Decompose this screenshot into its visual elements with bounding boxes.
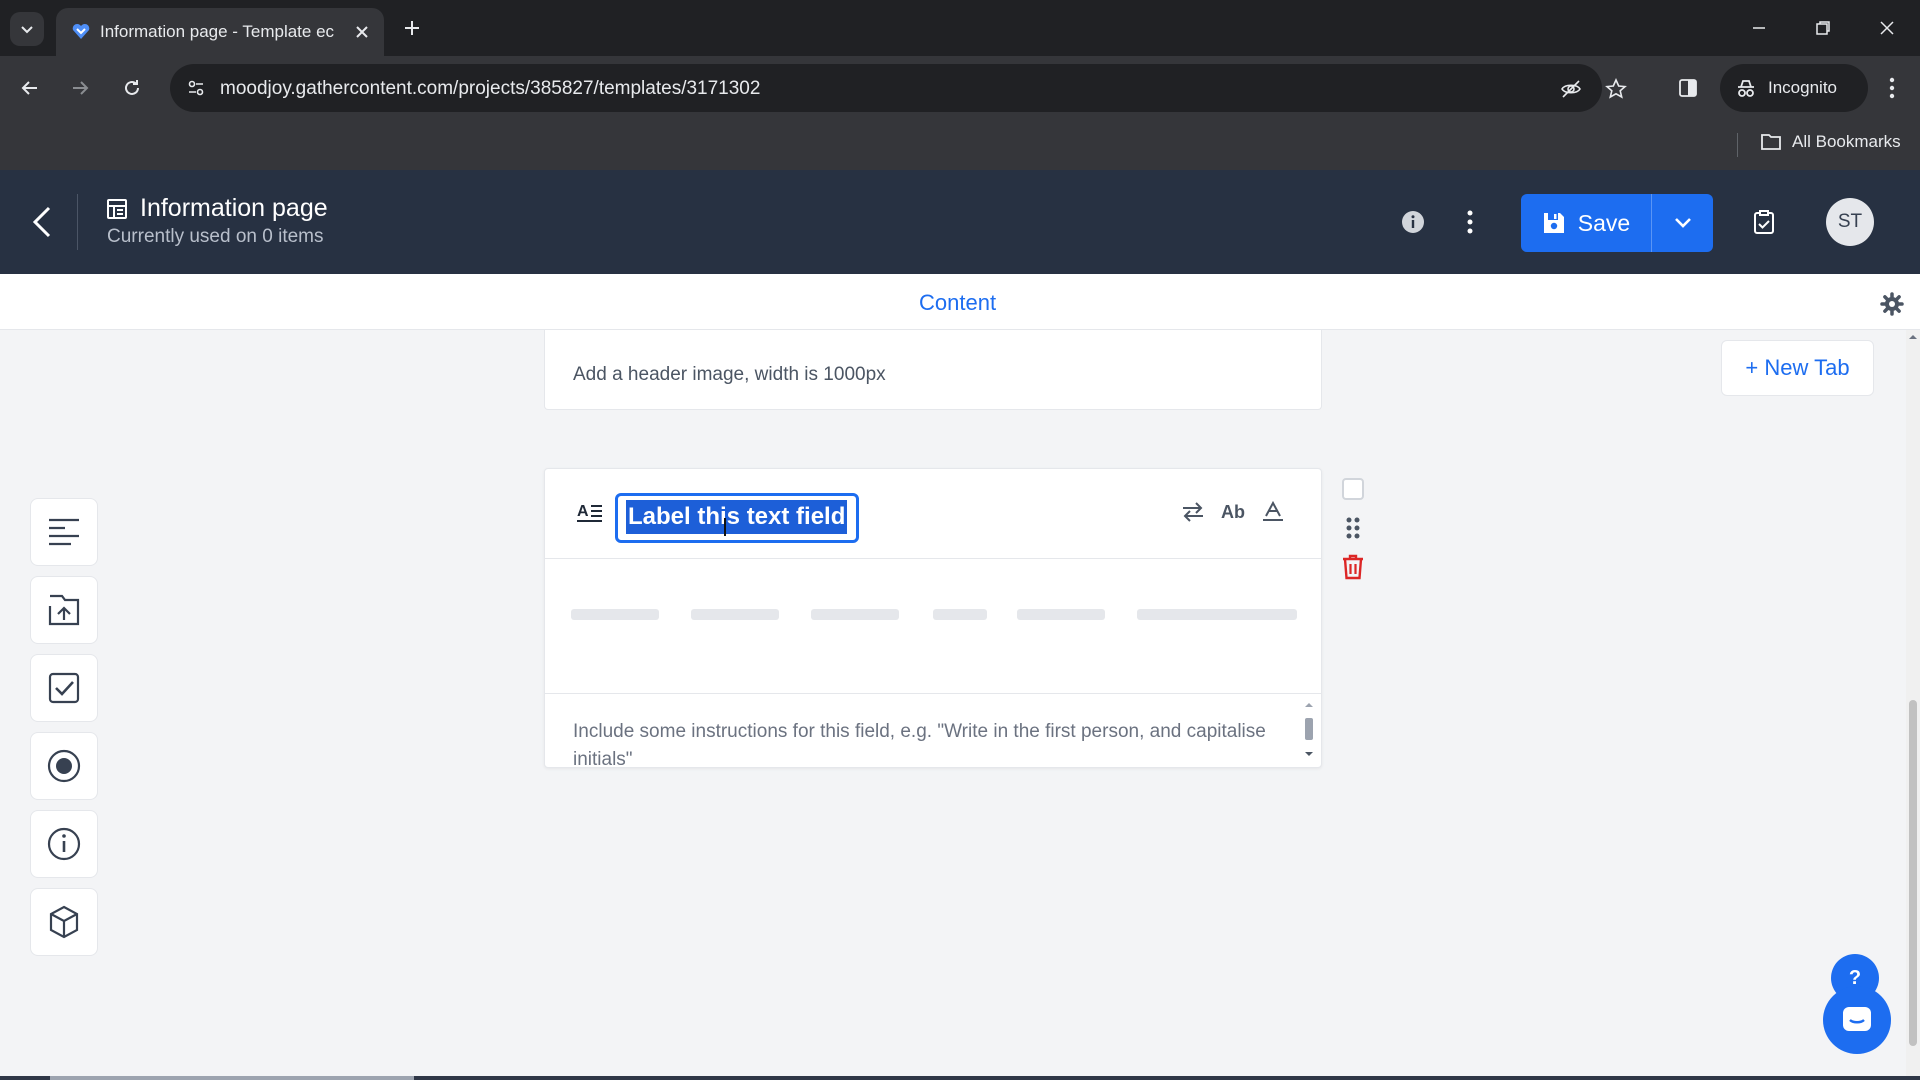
bottom-edge	[0, 1076, 1920, 1080]
eye-off-icon[interactable]	[1556, 74, 1586, 104]
restore-icon[interactable]	[1799, 8, 1847, 48]
floppy-disk-icon	[1543, 213, 1564, 233]
window-close-icon[interactable]	[1863, 8, 1911, 48]
tab-title: Information page - Template ec	[100, 22, 335, 41]
page-scrollbar-thumb[interactable]	[1909, 700, 1917, 1046]
usage-subtitle: Currently used on 0 items	[107, 226, 324, 247]
incognito-icon	[1738, 80, 1754, 97]
reload-icon[interactable]	[114, 70, 150, 106]
image-field-card: Add a header image, width is 1000px	[544, 330, 1322, 410]
field-instructions-area[interactable]: Include some instructions for this field…	[545, 693, 1321, 770]
text-field-type-icon: A	[577, 501, 603, 523]
save-options-chevron-icon[interactable]	[1652, 194, 1713, 252]
save-button[interactable]: Save	[1521, 194, 1651, 252]
field-label-input[interactable]: Label this text field	[615, 493, 859, 543]
svg-text:A: A	[577, 503, 589, 520]
site-settings-icon[interactable]	[180, 72, 212, 104]
new-tab-plus-icon[interactable]	[396, 12, 428, 44]
gear-icon[interactable]	[1876, 288, 1908, 320]
add-checkbox-field-button[interactable]	[30, 654, 98, 722]
trash-icon[interactable]	[1341, 554, 1365, 580]
gathercontent-favicon-icon	[70, 20, 92, 42]
radio-icon	[47, 749, 81, 783]
back-arrow-icon[interactable]	[12, 70, 48, 106]
text-field-header: A Label this text field Ab	[545, 469, 1321, 559]
template-editor: + New Tab Add a header image, width is 1…	[0, 330, 1906, 1076]
template-list-icon	[106, 198, 128, 220]
all-bookmarks-button[interactable]: All Bookmarks	[1760, 132, 1901, 152]
text-format-button[interactable]: Ab	[1217, 496, 1249, 528]
browser-toolbar: moodjoy.gathercontent.com/projects/38582…	[0, 56, 1920, 120]
field-instructions-text: Include some instructions for this field…	[573, 721, 1266, 770]
tab-close-icon[interactable]	[350, 20, 374, 44]
template-header: Information page Currently used on 0 ite…	[0, 170, 1920, 274]
add-radio-field-button[interactable]	[30, 732, 98, 800]
minimize-icon[interactable]	[1735, 8, 1783, 48]
header-divider	[77, 194, 78, 250]
bookmark-star-icon[interactable]	[1601, 74, 1631, 104]
text-field-card: A Label this text field Ab Include some	[544, 468, 1322, 770]
page-scrollbar[interactable]	[1906, 330, 1920, 1076]
info-icon[interactable]	[1393, 202, 1433, 242]
more-options-icon[interactable]	[1450, 202, 1490, 242]
all-bookmarks-label: All Bookmarks	[1792, 132, 1901, 151]
incognito-label: Incognito	[1768, 78, 1837, 97]
component-cube-icon	[49, 905, 79, 939]
skeleton-bar	[933, 609, 987, 620]
chevron-down-icon	[21, 26, 33, 34]
new-tab-button[interactable]: + New Tab	[1721, 340, 1874, 396]
chat-launcher-icon[interactable]	[1823, 986, 1891, 1054]
text-placeholder-skeleton	[571, 609, 1301, 625]
url-text: moodjoy.gathercontent.com/projects/38582…	[220, 78, 761, 99]
page-title: Information page	[140, 194, 328, 222]
back-chevron-icon[interactable]	[22, 200, 62, 244]
swap-arrows-icon[interactable]	[1177, 496, 1209, 528]
skeleton-bar	[811, 609, 899, 620]
select-field-checkbox[interactable]	[1342, 478, 1364, 500]
forward-arrow-icon[interactable]	[62, 70, 98, 106]
skeleton-bar	[1137, 609, 1297, 620]
image-field-instructions: Add a header image, width is 1000px	[573, 364, 886, 385]
user-avatar[interactable]: ST	[1826, 198, 1874, 246]
bookmarks-bar: All Bookmarks	[0, 120, 1920, 170]
drag-handle-icon[interactable]	[1342, 516, 1364, 540]
add-attachment-field-button[interactable]	[30, 576, 98, 644]
guideline-info-icon	[47, 827, 81, 861]
upload-icon	[48, 594, 80, 626]
address-bar[interactable]: moodjoy.gathercontent.com/projects/38582…	[170, 64, 1627, 112]
folder-icon	[1761, 134, 1781, 150]
skeleton-bar	[691, 609, 779, 620]
incognito-indicator[interactable]: Incognito	[1720, 64, 1868, 112]
browser-tab[interactable]: Information page - Template ec	[56, 8, 384, 56]
clipboard-check-icon[interactable]	[1744, 202, 1784, 242]
side-panel-icon[interactable]	[1670, 70, 1706, 106]
bookmarks-divider	[1737, 133, 1738, 157]
add-component-button[interactable]	[30, 888, 98, 956]
save-button-group: Save	[1521, 194, 1713, 252]
template-tab-bar: Content	[0, 274, 1920, 330]
skeleton-bar	[571, 609, 659, 620]
scroll-up-icon[interactable]	[1906, 330, 1920, 344]
browser-tab-bar: Information page - Template ec	[0, 0, 1920, 56]
text-style-icon[interactable]	[1257, 496, 1289, 528]
field-label-selected-text: Label this text field	[626, 500, 848, 534]
bottom-edge-segment	[50, 1076, 414, 1080]
text-field-icon	[49, 518, 79, 546]
add-text-field-button[interactable]	[30, 498, 98, 566]
add-guideline-button[interactable]	[30, 810, 98, 878]
checkbox-icon	[48, 672, 80, 704]
tab-search-button[interactable]	[10, 12, 44, 46]
save-label: Save	[1577, 209, 1631, 236]
more-vert-icon[interactable]	[1876, 70, 1908, 106]
tab-content[interactable]: Content	[919, 290, 996, 316]
skeleton-bar	[1017, 609, 1105, 620]
text-cursor	[724, 518, 726, 536]
instructions-scrollbar[interactable]	[1301, 698, 1317, 764]
